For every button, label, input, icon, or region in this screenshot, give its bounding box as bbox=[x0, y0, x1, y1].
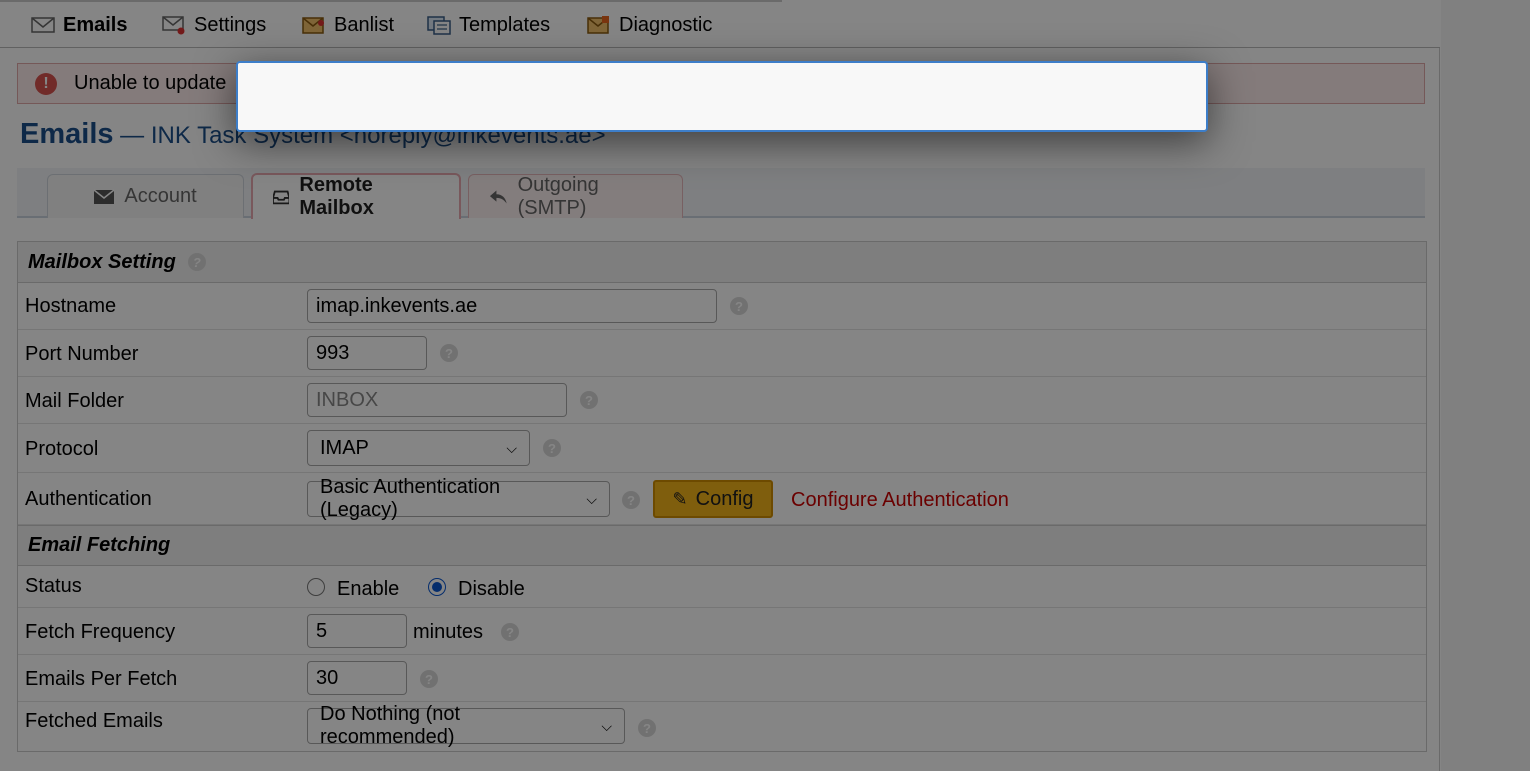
modal-dialog bbox=[236, 61, 1208, 132]
